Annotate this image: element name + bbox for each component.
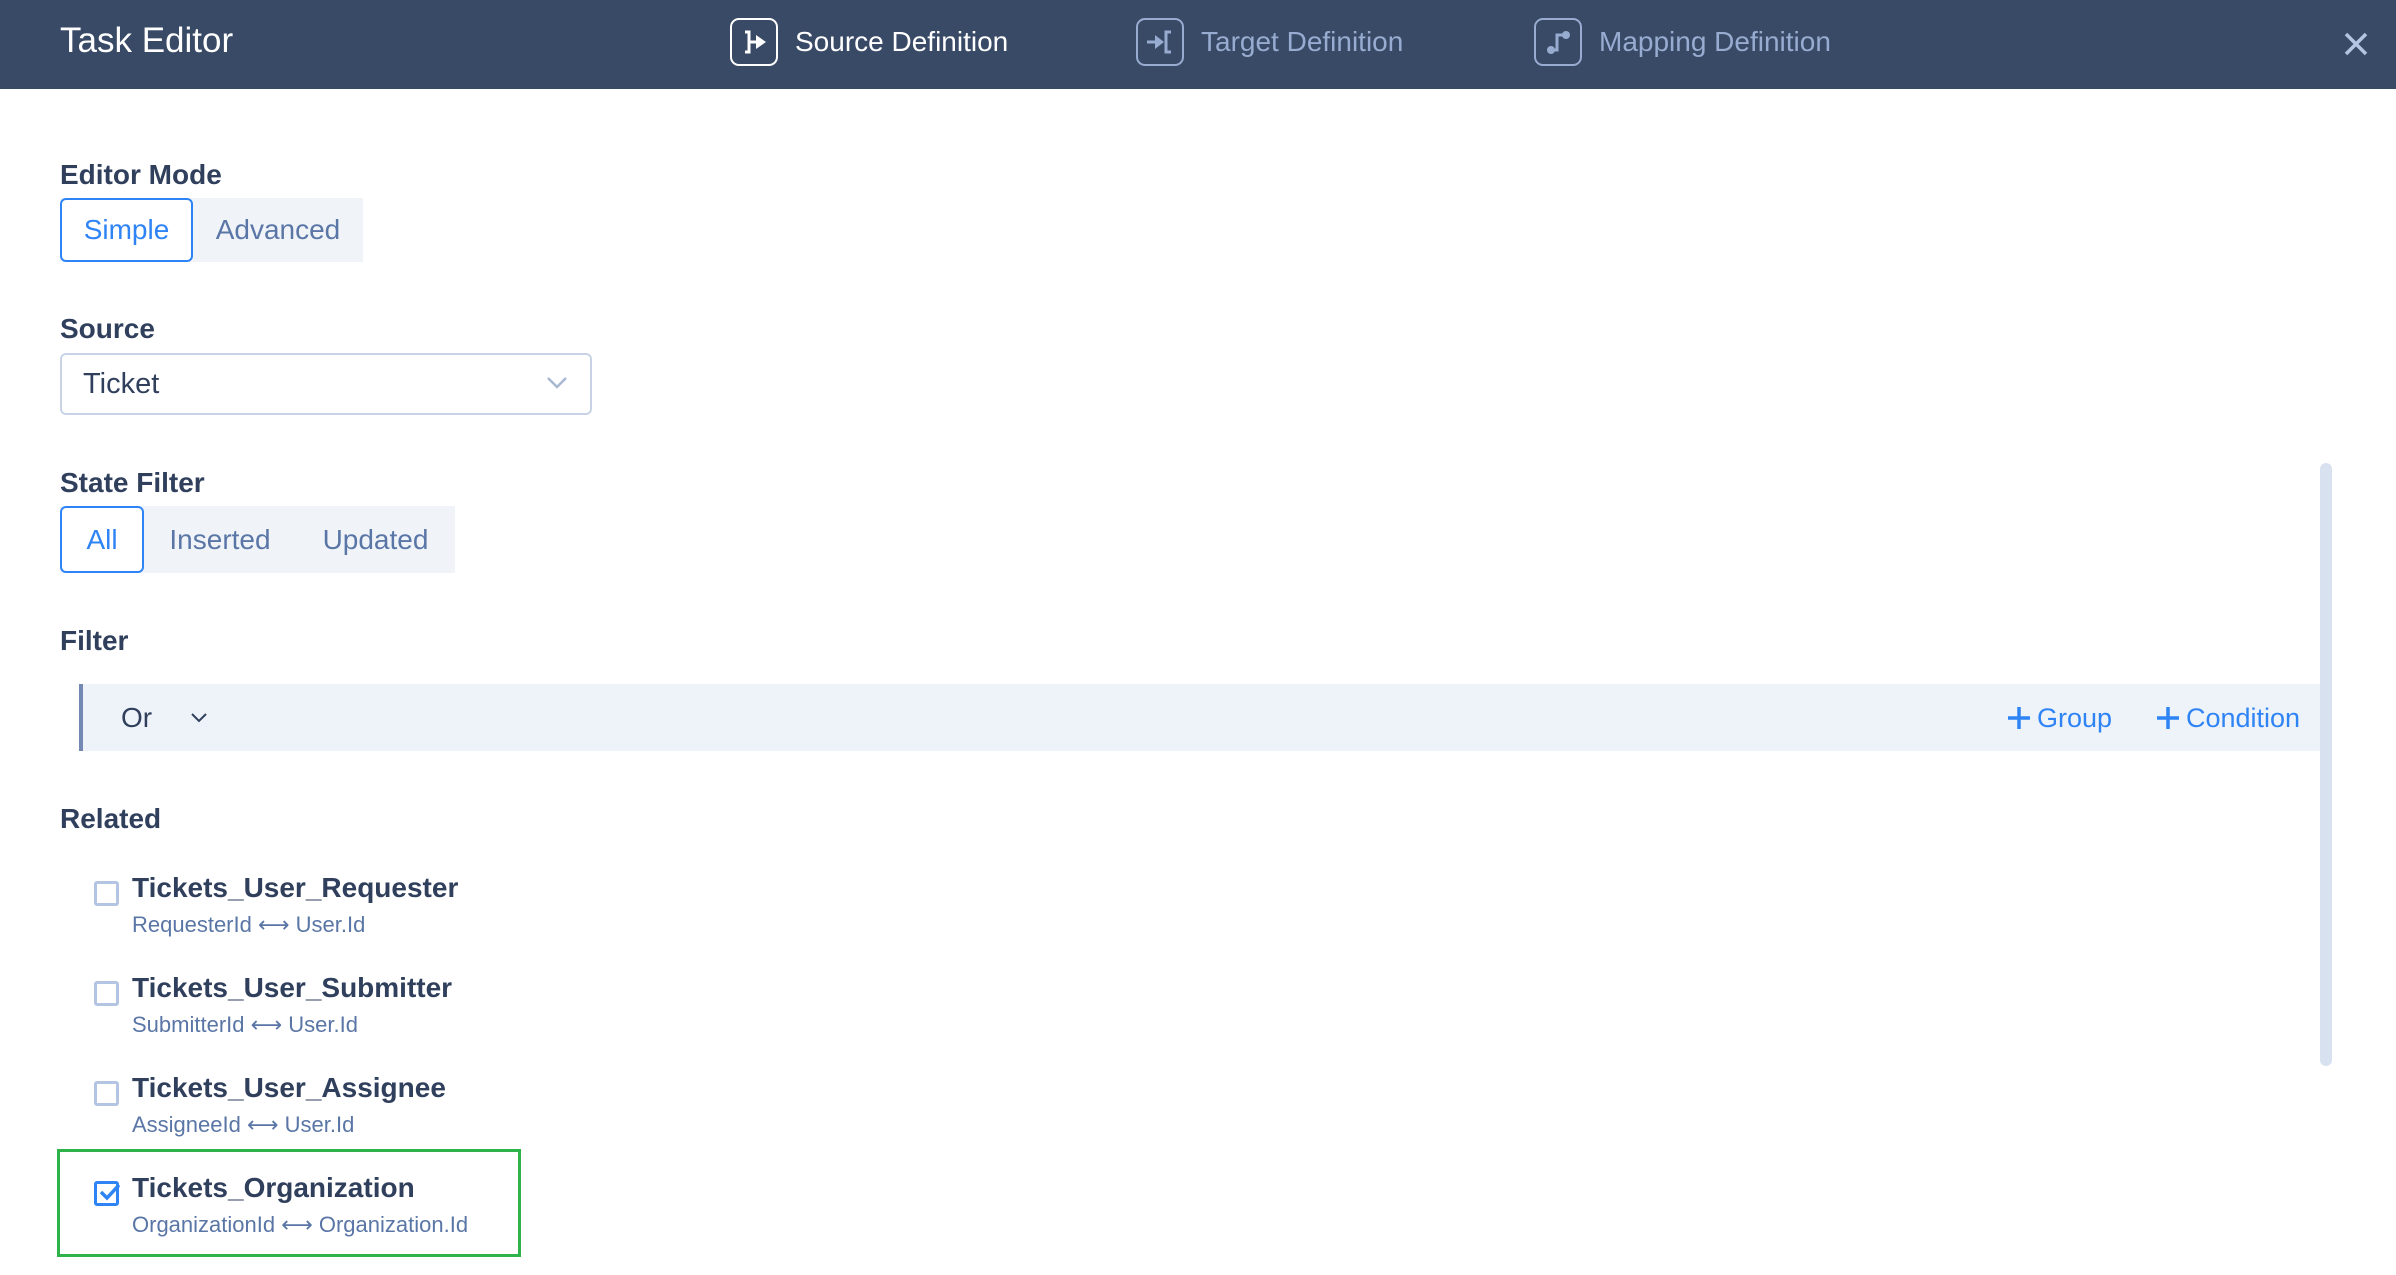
related-item-relation: RequesterId ⟷ User.Id <box>132 912 366 937</box>
checkmark-icon <box>99 1183 120 1201</box>
editor-mode-toggle: Simple Advanced <box>60 198 363 262</box>
related-checkbox[interactable] <box>94 881 119 906</box>
filter-label: Filter <box>60 625 129 656</box>
add-condition-button[interactable]: Condition <box>2156 698 2300 738</box>
source-label: Source <box>60 313 155 344</box>
mapping-definition-icon <box>1534 18 1582 66</box>
target-definition-icon <box>1136 18 1184 66</box>
vertical-scrollbar[interactable] <box>2320 463 2332 1066</box>
header-bar: Task Editor Source Definition Target Def… <box>0 0 2396 89</box>
related-checkbox[interactable] <box>94 981 119 1006</box>
related-item-relation: SubmitterId ⟷ User.Id <box>132 1012 358 1037</box>
add-group-label: Group <box>2037 702 2113 733</box>
tab-label: Target Definition <box>1201 26 1404 57</box>
add-group-button[interactable]: Group <box>2007 698 2112 738</box>
source-select[interactable]: Ticket <box>60 353 592 415</box>
filter-group: Or Group Condition <box>79 684 2320 751</box>
source-select-value: Ticket <box>83 368 160 400</box>
add-condition-label: Condition <box>2186 702 2301 733</box>
tab-label: Source Definition <box>795 26 1009 57</box>
related-label: Related <box>60 803 162 834</box>
plus-icon <box>2008 707 2030 729</box>
tab-target-definition[interactable]: Target Definition <box>1136 17 1403 67</box>
state-filter-inserted-button[interactable]: Inserted <box>144 506 296 573</box>
related-item-name: Tickets_User_Assignee <box>132 1072 446 1103</box>
tab-mapping-definition[interactable]: Mapping Definition <box>1534 17 1831 67</box>
editor-mode-advanced-button[interactable]: Advanced <box>193 198 363 262</box>
source-definition-icon <box>730 18 778 66</box>
state-filter-label: State Filter <box>60 467 205 498</box>
filter-operator-select[interactable]: Or <box>121 698 208 738</box>
related-item-tickets-user-assignee: Tickets_User_Assignee AssigneeId ⟷ User.… <box>94 1072 534 1142</box>
related-item-name: Tickets_User_Submitter <box>132 972 453 1003</box>
filter-operator-value: Or <box>121 702 153 733</box>
state-filter-updated-button[interactable]: Updated <box>296 506 455 573</box>
related-item-name: Tickets_User_Requester <box>132 872 459 903</box>
state-filter-all-button[interactable]: All <box>60 506 144 573</box>
app-title: Task Editor <box>60 21 234 60</box>
close-icon <box>2344 32 2368 56</box>
chevron-down-icon <box>191 713 207 723</box>
state-filter-toggle: All Inserted Updated <box>60 506 455 573</box>
related-item-tickets-organization: Tickets_Organization OrganizationId ⟷ Or… <box>94 1172 534 1242</box>
related-item-relation: OrganizationId ⟷ Organization.Id <box>132 1212 469 1237</box>
related-item-name: Tickets_Organization <box>132 1172 415 1203</box>
tab-source-definition[interactable]: Source Definition <box>730 17 1008 67</box>
related-item-relation: AssigneeId ⟷ User.Id <box>132 1112 355 1137</box>
related-checkbox[interactable] <box>94 1081 119 1106</box>
editor-mode-simple-button[interactable]: Simple <box>60 198 193 262</box>
close-button[interactable] <box>2340 28 2372 60</box>
chevron-down-icon <box>547 377 567 389</box>
plus-icon <box>2157 707 2179 729</box>
editor-mode-label: Editor Mode <box>60 159 222 190</box>
tab-label: Mapping Definition <box>1599 26 1831 57</box>
related-item-tickets-user-requester: Tickets_User_Requester RequesterId ⟷ Use… <box>94 872 534 942</box>
related-item-tickets-user-submitter: Tickets_User_Submitter SubmitterId ⟷ Use… <box>94 972 534 1042</box>
related-checkbox-checked[interactable] <box>94 1181 120 1206</box>
